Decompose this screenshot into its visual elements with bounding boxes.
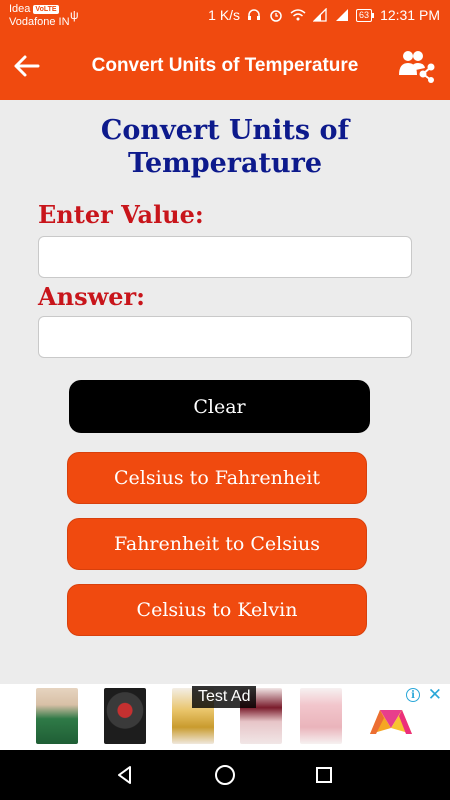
- network-speed: 1 K/s: [208, 7, 241, 23]
- headset-icon: [246, 7, 262, 23]
- enter-value-label: Enter Value:: [38, 200, 204, 229]
- wifi-icon: [290, 7, 306, 23]
- page-title-line-1: Convert Units of: [100, 115, 350, 146]
- volte-badge: VoLTE: [33, 5, 59, 14]
- carrier-1: Idea: [9, 3, 31, 15]
- ad-product-image[interactable]: [300, 688, 342, 744]
- carrier-info: Idea VoLTE Vodafone IN: [9, 3, 70, 29]
- myntra-logo-icon: [370, 710, 412, 734]
- page-title-line-2: Temperature: [127, 148, 323, 179]
- battery-level: 63: [356, 8, 373, 22]
- ad-product-image[interactable]: [104, 688, 146, 744]
- carrier-2: Vodafone IN: [9, 16, 70, 28]
- nav-back-button[interactable]: [112, 762, 138, 788]
- clock: 12:31 PM: [380, 7, 440, 23]
- nav-home-button[interactable]: [212, 762, 238, 788]
- ad-product-image[interactable]: [36, 688, 78, 744]
- status-icons: 1 K/s 63 12:31 PM: [208, 7, 440, 23]
- share-button[interactable]: [396, 46, 438, 86]
- ad-banner[interactable]: Test Ad i ✕: [0, 684, 450, 750]
- celsius-to-fahrenheit-button[interactable]: Celsius to Fahrenheit: [67, 452, 367, 504]
- answer-label: Answer:: [38, 282, 146, 311]
- fahrenheit-to-celsius-button[interactable]: Fahrenheit to Celsius: [67, 518, 367, 570]
- battery-icon: 63: [356, 8, 375, 22]
- info-icon[interactable]: i: [406, 688, 420, 702]
- nav-recents-button[interactable]: [311, 762, 337, 788]
- app-bar: Convert Units of Temperature: [0, 34, 450, 100]
- answer-input[interactable]: [38, 316, 412, 358]
- page-title: Convert Units of Temperature: [0, 114, 450, 180]
- signal-2-icon: [334, 7, 350, 23]
- clear-button[interactable]: Clear: [69, 380, 370, 433]
- value-input[interactable]: [38, 236, 412, 278]
- triangle-back-icon: [118, 766, 131, 784]
- celsius-to-kelvin-button[interactable]: Celsius to Kelvin: [67, 584, 367, 636]
- app-bar-title: Convert Units of Temperature: [91, 55, 359, 76]
- ad-label: Test Ad: [192, 686, 257, 708]
- share-users-icon: [399, 51, 435, 83]
- alarm-icon: [268, 7, 284, 23]
- navigation-bar: [0, 750, 450, 800]
- signal-1-icon: [312, 7, 328, 23]
- square-recents-icon: [316, 767, 332, 783]
- usb-icon: ψ: [70, 8, 79, 22]
- circle-home-icon: [215, 765, 235, 785]
- close-icon[interactable]: ✕: [428, 685, 442, 705]
- status-bar: Idea VoLTE Vodafone IN ψ 1 K/s 63 12:31 …: [0, 0, 450, 34]
